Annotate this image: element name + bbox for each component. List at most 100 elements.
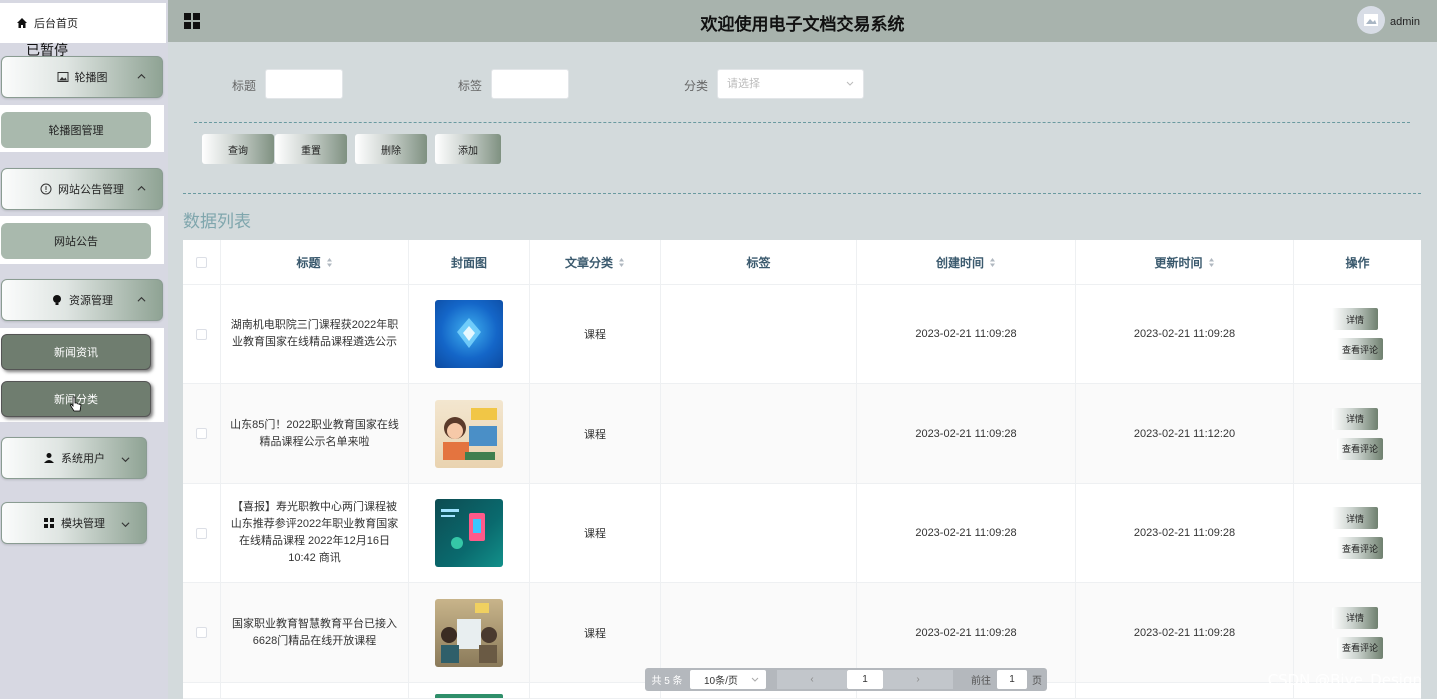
- column-header-updated[interactable]: 更新时间: [1076, 240, 1294, 284]
- cover-image: [435, 598, 503, 667]
- detail-button[interactable]: 详情: [1332, 606, 1378, 629]
- view-comments-button[interactable]: 查看评论: [1337, 338, 1383, 360]
- created-cell: 2023-02-21 11:09:28: [857, 384, 1076, 483]
- grid-icon: [44, 518, 54, 528]
- prev-page-button[interactable]: ‹: [777, 670, 847, 689]
- total-count: 共 5 条: [651, 676, 683, 687]
- sidebar-menu-carousel[interactable]: 轮播图: [1, 56, 163, 98]
- sidebar-menu-users[interactable]: 系统用户: [1, 437, 147, 479]
- page-number-current[interactable]: 1: [847, 670, 883, 689]
- sidebar-menu-notice[interactable]: 网站公告管理: [1, 168, 163, 210]
- watermark: CSDN @Biye_Design: [1267, 671, 1422, 689]
- bulb-icon: [53, 295, 61, 305]
- sidebar-menu-modules[interactable]: 模块管理: [1, 502, 147, 544]
- sidebar: 后台首页 已暂停 轮播图 轮播图管理 网站公告管理 网站公告 资源管理 新闻资讯…: [0, 0, 168, 699]
- view-comments-button[interactable]: 查看评论: [1337, 636, 1383, 659]
- actions-cell: 详情 查看评论: [1294, 384, 1421, 483]
- select-all-checkbox[interactable]: [196, 256, 207, 268]
- category-select[interactable]: 请选择: [717, 69, 864, 99]
- cover-image: [435, 694, 503, 698]
- category-cell: [530, 683, 661, 698]
- column-header-label: 文章分类: [564, 255, 613, 270]
- sidebar-menu-resource[interactable]: 资源管理: [1, 279, 163, 321]
- cover-image: [435, 399, 503, 468]
- add-button[interactable]: 添加: [435, 134, 501, 164]
- updated-cell: 2023-02-21 11:12:20: [1076, 384, 1294, 483]
- row-checkbox[interactable]: [196, 527, 207, 539]
- category-cell: 课程: [530, 583, 661, 682]
- chevron-up-icon: [137, 73, 146, 79]
- detail-button[interactable]: 详情: [1332, 507, 1378, 529]
- column-header-category[interactable]: 文章分类: [530, 240, 661, 284]
- sidebar-item-notice[interactable]: 网站公告: [1, 223, 151, 259]
- cover-cell: [409, 484, 530, 582]
- classroom-photo-icon: [441, 602, 497, 663]
- query-button[interactable]: 查询: [202, 134, 274, 164]
- column-header-cover: 封面图: [409, 240, 530, 284]
- user-icon: [44, 453, 54, 463]
- hand-cursor-icon: [70, 396, 82, 412]
- page-unit-label: 页: [1032, 676, 1042, 687]
- row-checkbox[interactable]: [196, 428, 207, 439]
- title-cell: 【喜报】寿光职教中心两门课程被山东推荐参评2022年职业教育国家在线精品课程 2…: [221, 484, 409, 582]
- column-header-label: 封面图: [450, 255, 487, 270]
- cover-image: [435, 300, 503, 368]
- row-select-cell: [183, 384, 221, 483]
- table-row: 湖南机电职院三门课程获2022年职业教育国家在线精品课程遴选公示 课程 2023…: [183, 285, 1421, 384]
- cover-cell: [409, 285, 530, 383]
- created-cell: 2023-02-21 11:09:28: [857, 285, 1076, 383]
- view-comments-button[interactable]: 查看评论: [1337, 537, 1383, 559]
- column-header-label: 更新时间: [1154, 255, 1203, 270]
- cover-cell: [409, 583, 530, 682]
- image-placeholder-icon: [1364, 14, 1378, 26]
- title-cell: [221, 683, 409, 698]
- sort-icon[interactable]: [1208, 257, 1215, 268]
- view-comments-button[interactable]: 查看评论: [1337, 437, 1383, 460]
- updated-cell: [1076, 683, 1294, 698]
- actions-cell: 详情 查看评论: [1294, 484, 1421, 582]
- category-cell: 课程: [530, 285, 661, 383]
- avatar[interactable]: [1357, 6, 1385, 34]
- row-select-cell: [183, 285, 221, 383]
- username[interactable]: admin: [1390, 16, 1420, 28]
- sidebar-item-label: 轮播图管理: [48, 125, 104, 137]
- chevron-down-icon: [751, 677, 759, 682]
- row-checkbox[interactable]: [196, 627, 207, 638]
- page-size-select[interactable]: 10条/页: [690, 670, 766, 689]
- updated-cell: 2023-02-21 11:09:28: [1076, 285, 1294, 383]
- detail-button[interactable]: 详情: [1332, 407, 1378, 430]
- sidebar-item-home[interactable]: 后台首页: [0, 3, 166, 43]
- sidebar-item-news[interactable]: 新闻资讯: [1, 334, 151, 370]
- divider: [183, 193, 1421, 194]
- goto-page-input[interactable]: 1: [997, 670, 1027, 689]
- column-header-title[interactable]: 标题: [221, 240, 409, 284]
- submenu-notice: 网站公告: [0, 216, 164, 264]
- title-filter-label: 标题: [232, 79, 257, 93]
- next-page-button[interactable]: ›: [883, 670, 953, 689]
- reset-button[interactable]: 重置: [275, 134, 347, 164]
- category-filter-label: 分类: [684, 79, 709, 93]
- column-header-label: 标签: [746, 255, 771, 270]
- tag-filter-input[interactable]: [491, 69, 569, 99]
- row-checkbox[interactable]: [196, 328, 207, 340]
- submenu-resource: 新闻资讯 新闻分类: [0, 328, 164, 422]
- chevron-up-icon: [137, 296, 146, 302]
- sort-icon[interactable]: [618, 257, 625, 268]
- table-header-row: 标题 封面图 文章分类 标签 创建时间 更新时间 操作: [183, 240, 1421, 285]
- chevron-down-icon: [121, 522, 130, 528]
- sort-icon[interactable]: [326, 257, 333, 268]
- sidebar-item-label: 新闻资讯: [54, 347, 98, 359]
- delete-button[interactable]: 删除: [355, 134, 427, 164]
- sidebar-item-carousel-manage[interactable]: 轮播图管理: [1, 112, 151, 148]
- title-filter-input[interactable]: [265, 69, 343, 99]
- row-title: 国家职业教育智慧教育平台已接入6628门精品在线开放课程: [232, 617, 397, 647]
- column-header-created[interactable]: 创建时间: [857, 240, 1076, 284]
- row-select-cell: [183, 484, 221, 582]
- row-title: 山东85门！2022职业教育国家在线精品课程公示名单来啦: [230, 418, 399, 448]
- pagination: 共 5 条 10条/页 ‹ 1 › 前往 1 页: [645, 668, 1047, 691]
- detail-button[interactable]: 详情: [1332, 308, 1378, 330]
- page-title: 欢迎使用电子文档交易系统: [700, 15, 905, 35]
- title-cell: 山东85门！2022职业教育国家在线精品课程公示名单来啦: [221, 384, 409, 483]
- phone-illustration-icon: [441, 509, 485, 549]
- sort-icon[interactable]: [989, 257, 996, 268]
